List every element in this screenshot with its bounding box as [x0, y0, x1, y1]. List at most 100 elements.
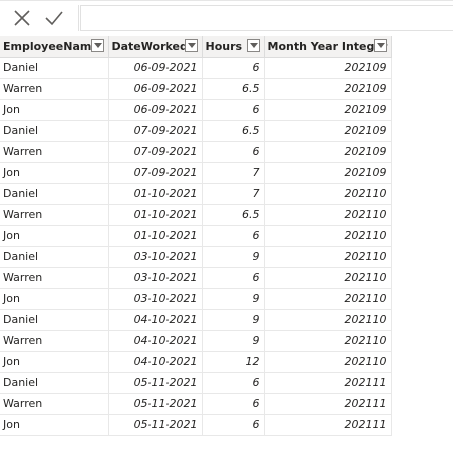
cell-month-year-integer[interactable]: 202109 [264, 120, 392, 142]
cell-employeename[interactable]: Jon [0, 351, 109, 373]
close-icon[interactable] [12, 8, 32, 28]
cell-hours[interactable]: 6 [202, 57, 265, 79]
filter-dropdown-icon[interactable] [184, 39, 198, 52]
cell-month-year-integer[interactable]: 202110 [264, 309, 392, 331]
table-row[interactable]: Jon 04-10-2021 12 202110 [0, 351, 392, 373]
cell-dateworked[interactable]: 07-09-2021 [108, 120, 203, 142]
cell-employeename[interactable]: Daniel [0, 120, 109, 142]
cell-dateworked[interactable]: 05-11-2021 [108, 414, 203, 436]
cell-hours[interactable]: 6.5 [202, 204, 265, 226]
cell-dateworked[interactable]: 05-11-2021 [108, 372, 203, 394]
cell-hours[interactable]: 6 [202, 393, 265, 415]
table-row[interactable]: Daniel 04-10-2021 9 202110 [0, 309, 392, 331]
formula-input[interactable] [80, 5, 453, 31]
cell-dateworked[interactable]: 01-10-2021 [108, 204, 203, 226]
cell-month-year-integer[interactable]: 202110 [264, 204, 392, 226]
cell-dateworked[interactable]: 03-10-2021 [108, 267, 203, 289]
table-row[interactable]: Daniel 07-09-2021 6.5 202109 [0, 120, 392, 142]
cell-month-year-integer[interactable]: 202109 [264, 99, 392, 121]
cell-hours[interactable]: 7 [202, 183, 265, 205]
cell-hours[interactable]: 6 [202, 372, 265, 394]
cell-employeename[interactable]: Warren [0, 330, 109, 352]
cell-month-year-integer[interactable]: 202109 [264, 162, 392, 184]
column-header-month-year-integer[interactable]: Month Year Integer [264, 36, 392, 58]
cell-employeename[interactable]: Warren [0, 141, 109, 163]
cell-dateworked[interactable]: 04-10-2021 [108, 330, 203, 352]
cell-employeename[interactable]: Jon [0, 225, 109, 247]
cell-month-year-integer[interactable]: 202110 [264, 351, 392, 373]
cell-month-year-integer[interactable]: 202111 [264, 372, 392, 394]
table-row[interactable]: Jon 07-09-2021 7 202109 [0, 162, 392, 184]
cell-employeename[interactable]: Jon [0, 99, 109, 121]
column-header-employeename[interactable]: EmployeeName [0, 36, 109, 58]
table-row[interactable]: Warren 07-09-2021 6 202109 [0, 141, 392, 163]
cell-employeename[interactable]: Daniel [0, 372, 109, 394]
cell-hours[interactable]: 12 [202, 351, 265, 373]
cell-dateworked[interactable]: 03-10-2021 [108, 246, 203, 268]
cell-dateworked[interactable]: 01-10-2021 [108, 225, 203, 247]
cell-month-year-integer[interactable]: 202110 [264, 288, 392, 310]
table-row[interactable]: Warren 05-11-2021 6 202111 [0, 393, 392, 415]
cell-dateworked[interactable]: 03-10-2021 [108, 288, 203, 310]
cell-hours[interactable]: 9 [202, 288, 265, 310]
cell-hours[interactable]: 6.5 [202, 120, 265, 142]
table-row[interactable]: Warren 03-10-2021 6 202110 [0, 267, 392, 289]
table-row[interactable]: Warren 01-10-2021 6.5 202110 [0, 204, 392, 226]
cell-dateworked[interactable]: 06-09-2021 [108, 78, 203, 100]
cell-employeename[interactable]: Daniel [0, 183, 109, 205]
cell-employeename[interactable]: Warren [0, 393, 109, 415]
table-row[interactable]: Daniel 06-09-2021 6 202109 [0, 57, 392, 79]
cell-hours[interactable]: 9 [202, 309, 265, 331]
table-row[interactable]: Daniel 05-11-2021 6 202111 [0, 372, 392, 394]
table-row[interactable]: Jon 05-11-2021 6 202111 [0, 414, 392, 436]
cell-employeename[interactable]: Jon [0, 162, 109, 184]
cell-hours[interactable]: 6 [202, 414, 265, 436]
cell-dateworked[interactable]: 06-09-2021 [108, 99, 203, 121]
cell-month-year-integer[interactable]: 202109 [264, 141, 392, 163]
cell-dateworked[interactable]: 04-10-2021 [108, 351, 203, 373]
cell-month-year-integer[interactable]: 202110 [264, 246, 392, 268]
cell-month-year-integer[interactable]: 202110 [264, 225, 392, 247]
cell-employeename[interactable]: Jon [0, 414, 109, 436]
cell-month-year-integer[interactable]: 202111 [264, 393, 392, 415]
cell-month-year-integer[interactable]: 202109 [264, 78, 392, 100]
table-row[interactable]: Jon 01-10-2021 6 202110 [0, 225, 392, 247]
cell-hours[interactable]: 6 [202, 267, 265, 289]
table-row[interactable]: Daniel 01-10-2021 7 202110 [0, 183, 392, 205]
cell-hours[interactable]: 9 [202, 330, 265, 352]
cell-hours[interactable]: 6 [202, 141, 265, 163]
cell-dateworked[interactable]: 06-09-2021 [108, 57, 203, 79]
cell-hours[interactable]: 9 [202, 246, 265, 268]
cell-dateworked[interactable]: 01-10-2021 [108, 183, 203, 205]
cell-month-year-integer[interactable]: 202110 [264, 183, 392, 205]
table-row[interactable]: Warren 04-10-2021 9 202110 [0, 330, 392, 352]
cell-employeename[interactable]: Warren [0, 78, 109, 100]
column-header-dateworked[interactable]: DateWorked [108, 36, 203, 58]
cell-month-year-integer[interactable]: 202110 [264, 330, 392, 352]
cell-dateworked[interactable]: 04-10-2021 [108, 309, 203, 331]
cell-hours[interactable]: 6.5 [202, 78, 265, 100]
cell-month-year-integer[interactable]: 202109 [264, 57, 392, 79]
cell-month-year-integer[interactable]: 202110 [264, 267, 392, 289]
filter-dropdown-icon[interactable] [246, 39, 260, 52]
cell-hours[interactable]: 7 [202, 162, 265, 184]
filter-dropdown-icon[interactable] [90, 39, 104, 52]
cell-dateworked[interactable]: 05-11-2021 [108, 393, 203, 415]
cell-employeename[interactable]: Daniel [0, 57, 109, 79]
cell-employeename[interactable]: Warren [0, 204, 109, 226]
cell-hours[interactable]: 6 [202, 99, 265, 121]
column-header-hours[interactable]: Hours [202, 36, 265, 58]
cell-employeename[interactable]: Jon [0, 288, 109, 310]
table-row[interactable]: Daniel 03-10-2021 9 202110 [0, 246, 392, 268]
filter-dropdown-icon[interactable] [373, 39, 387, 52]
cell-employeename[interactable]: Daniel [0, 309, 109, 331]
cell-employeename[interactable]: Daniel [0, 246, 109, 268]
cell-employeename[interactable]: Warren [0, 267, 109, 289]
cell-hours[interactable]: 6 [202, 225, 265, 247]
table-row[interactable]: Jon 03-10-2021 9 202110 [0, 288, 392, 310]
cell-month-year-integer[interactable]: 202111 [264, 414, 392, 436]
check-icon[interactable] [44, 8, 64, 28]
cell-dateworked[interactable]: 07-09-2021 [108, 162, 203, 184]
table-row[interactable]: Jon 06-09-2021 6 202109 [0, 99, 392, 121]
cell-dateworked[interactable]: 07-09-2021 [108, 141, 203, 163]
